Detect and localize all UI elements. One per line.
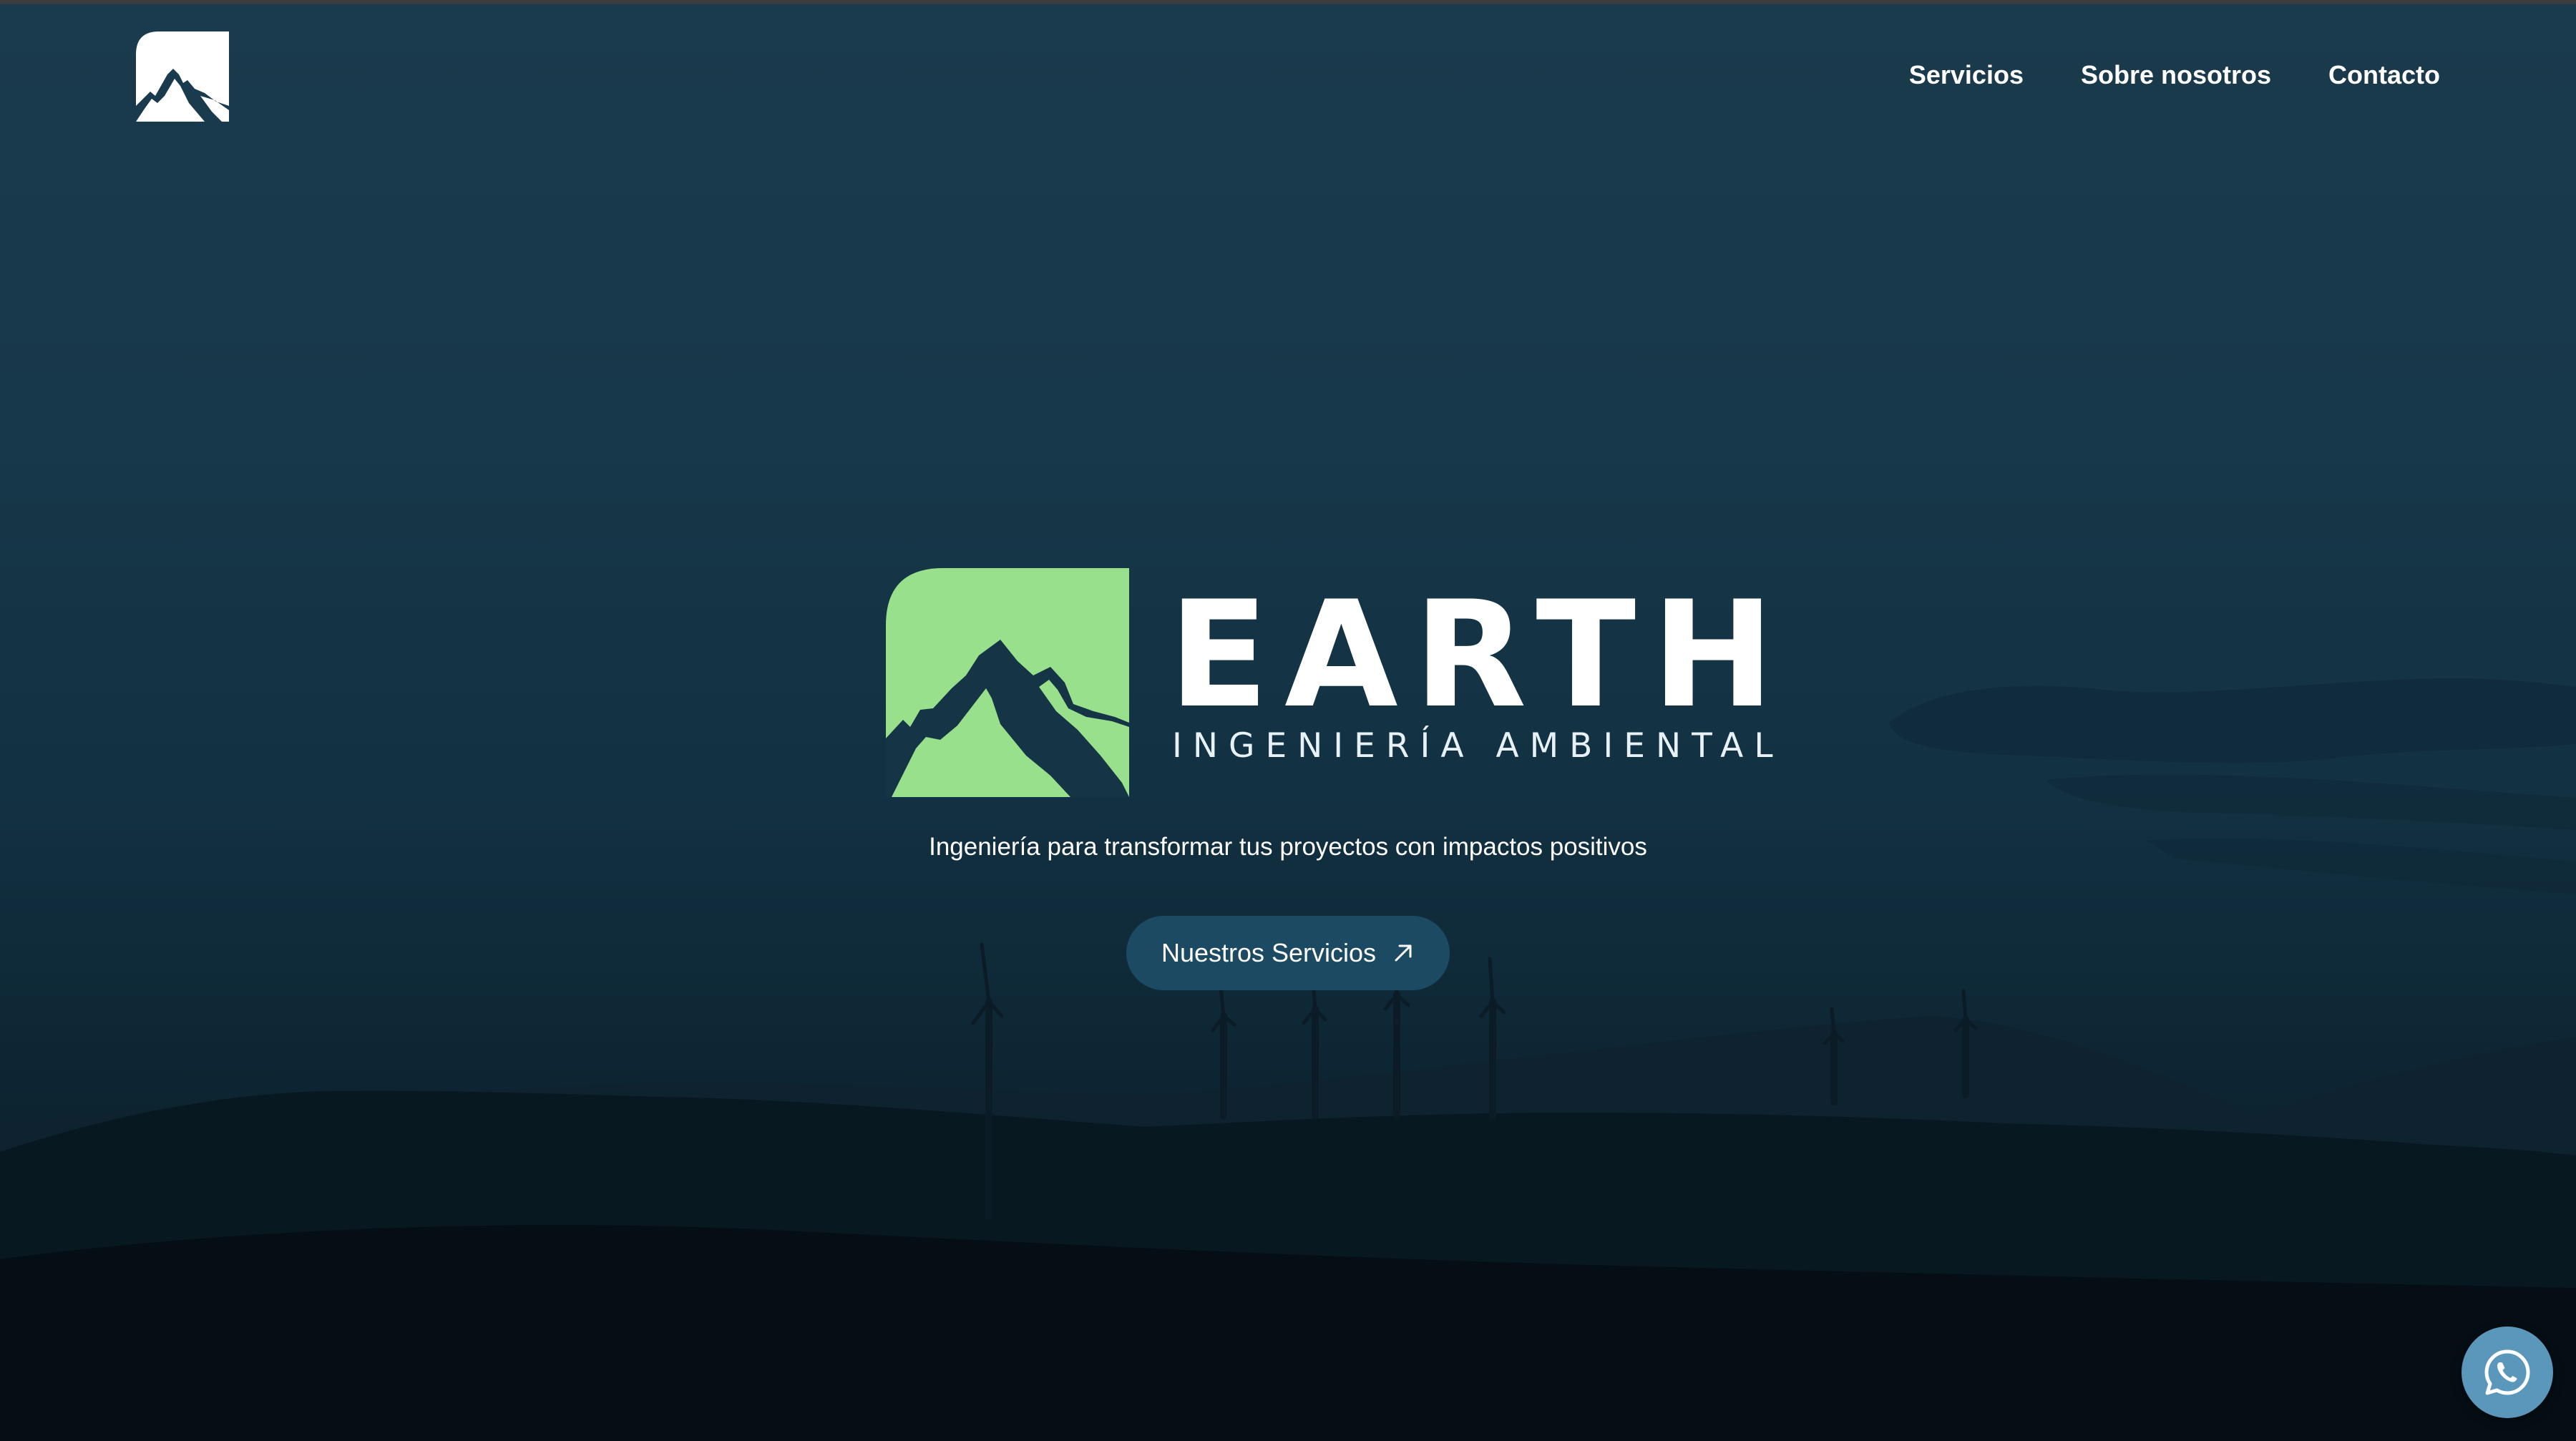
nav-servicios[interactable]: Servicios	[1909, 60, 2024, 90]
cta-label: Nuestros Servicios	[1161, 938, 1377, 967]
brand-mountain-logo	[886, 568, 1129, 797]
hero-tagline: Ingeniería para transformar tus proyecto…	[929, 833, 1647, 861]
services-cta-button[interactable]: Nuestros Servicios	[1126, 916, 1450, 990]
brand-lockup: EARTH INGENIERÍA AMBIENTAL	[886, 568, 1775, 797]
arrow-up-right-icon	[1395, 944, 1412, 962]
whatsapp-icon	[2484, 1349, 2530, 1395]
brand-subtitle: INGENIERÍA AMBIENTAL	[1172, 726, 1784, 766]
nav-contacto[interactable]: Contacto	[2328, 60, 2440, 90]
main-nav: Servicios Sobre nosotros Contacto	[1909, 60, 2440, 90]
whatsapp-button[interactable]	[2462, 1327, 2553, 1418]
mountain-logo-icon[interactable]	[136, 31, 229, 122]
hero-page: Servicios Sobre nosotros Contacto EARTH …	[0, 0, 2576, 1441]
brand-name: EARTH	[1169, 570, 1790, 741]
nav-sobre-nosotros[interactable]: Sobre nosotros	[2081, 60, 2271, 90]
